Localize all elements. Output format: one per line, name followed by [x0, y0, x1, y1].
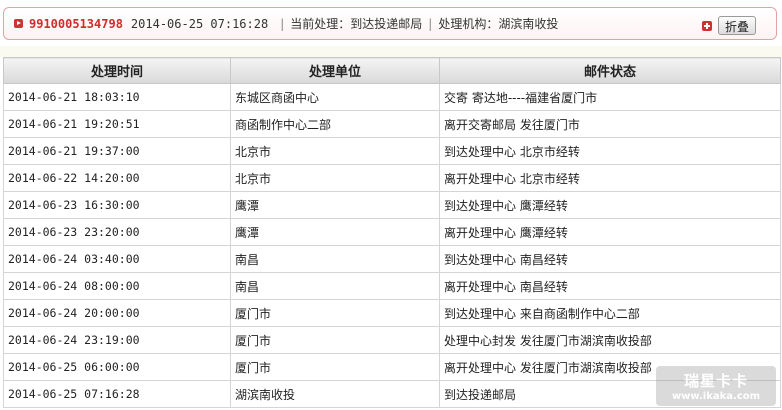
cell-status: 离开处理中心 北京市经转: [439, 164, 781, 192]
cell-status: 到达处理中心 南昌经转: [439, 245, 781, 273]
processing-org-label: 处理机构：: [438, 17, 499, 31]
tracking-number: 9910005134798: [29, 16, 123, 31]
cell-status: 离开处理中心 南昌经转: [439, 272, 781, 300]
tracking-summary-bar: 9910005134798 2014-06-25 07:16:28 | 当前处理…: [3, 7, 777, 40]
column-header-status: 邮件状态: [439, 57, 781, 84]
cell-status: 交寄 寄达地----福建省厦门市: [439, 83, 781, 111]
cell-status: 到达处理中心 北京市经转: [439, 137, 781, 165]
tracking-table: 处理时间 处理单位 邮件状态 2014-06-21 18:03:10 东城区商函…: [3, 57, 781, 408]
cell-unit: 南昌: [230, 245, 440, 273]
latest-timestamp: 2014-06-25 07:16:28: [130, 16, 269, 31]
table-row: 2014-06-24 08:00:00 南昌 离开处理中心 南昌经转: [3, 272, 781, 300]
current-status-value: 到达投递邮局: [350, 17, 423, 31]
cell-time: 2014-06-25 07:16:28: [3, 380, 231, 408]
table-row: 2014-06-23 23:20:00 鹰潭 离开处理中心 鹰潭经转: [3, 218, 781, 246]
cell-time: 2014-06-24 23:19:00: [3, 326, 231, 354]
plus-box-icon[interactable]: [701, 20, 712, 31]
cell-time: 2014-06-25 06:00:00: [3, 353, 231, 381]
cell-unit: 东城区商函中心: [230, 83, 440, 111]
processing-org-value: 湖滨南收投: [498, 17, 559, 31]
cell-time: 2014-06-24 03:40:00: [3, 245, 231, 273]
cell-status: 离开处理中心 鹰潭经转: [439, 218, 781, 246]
fold-control[interactable]: 折叠: [701, 16, 756, 35]
cell-time: 2014-06-21 18:03:10: [3, 83, 231, 111]
table-header-row: 处理时间 处理单位 邮件状态: [3, 57, 781, 84]
cell-unit: 湖滨南收投: [230, 380, 440, 408]
cell-status: 离开交寄邮局 发往厦门市: [439, 110, 781, 138]
cell-unit: 厦门市: [230, 326, 440, 354]
current-status-label: 当前处理：: [290, 17, 351, 31]
cell-unit: 北京市: [230, 164, 440, 192]
cell-time: 2014-06-24 20:00:00: [3, 299, 231, 327]
fold-button[interactable]: 折叠: [717, 16, 756, 35]
table-row: 2014-06-24 20:00:00 厦门市 到达处理中心 来自商函制作中心二…: [3, 299, 781, 327]
cell-time: 2014-06-23 23:20:00: [3, 218, 231, 246]
cell-status: 处理中心封发 发往厦门市湖滨南收投部: [439, 326, 781, 354]
cell-status: 到达处理中心 来自商函制作中心二部: [439, 299, 781, 327]
cell-time: 2014-06-21 19:20:51: [3, 110, 231, 138]
cell-status: 到达处理中心 鹰潭经转: [439, 191, 781, 219]
cell-unit: 厦门市: [230, 299, 440, 327]
watermark-url: www.ikaka.com: [671, 391, 761, 402]
bullet-arrow-icon: [14, 19, 23, 28]
column-header-time: 处理时间: [3, 57, 231, 84]
cell-time: 2014-06-21 19:37:00: [3, 137, 231, 165]
cell-time: 2014-06-23 16:30:00: [3, 191, 231, 219]
cell-time: 2014-06-24 08:00:00: [3, 272, 231, 300]
table-row: 2014-06-21 19:20:51 商函制作中心二部 离开交寄邮局 发往厦门…: [3, 110, 781, 138]
table-row: 2014-06-21 19:37:00 北京市 到达处理中心 北京市经转: [3, 137, 781, 165]
column-header-unit: 处理单位: [230, 57, 440, 84]
separator: |: [280, 16, 285, 31]
cell-unit: 鹰潭: [230, 218, 440, 246]
table-row: 2014-06-24 03:40:00 南昌 到达处理中心 南昌经转: [3, 245, 781, 273]
table-row: 2014-06-24 23:19:00 厦门市 处理中心封发 发往厦门市湖滨南收…: [3, 326, 781, 354]
cell-unit: 北京市: [230, 137, 440, 165]
watermark-title: 瑞星卡卡: [683, 372, 748, 390]
cell-unit: 商函制作中心二部: [230, 110, 440, 138]
cell-unit: 厦门市: [230, 353, 440, 381]
cell-time: 2014-06-22 14:20:00: [3, 164, 231, 192]
table-row: 2014-06-23 16:30:00 鹰潭 到达处理中心 鹰潭经转: [3, 191, 781, 219]
table-row: 2014-06-22 14:20:00 北京市 离开处理中心 北京市经转: [3, 164, 781, 192]
cell-unit: 鹰潭: [230, 191, 440, 219]
table-row: 2014-06-21 18:03:10 东城区商函中心 交寄 寄达地----福建…: [3, 83, 781, 111]
site-watermark: 瑞星卡卡 www.ikaka.com: [656, 366, 776, 406]
separator: |: [428, 16, 433, 31]
cell-unit: 南昌: [230, 272, 440, 300]
